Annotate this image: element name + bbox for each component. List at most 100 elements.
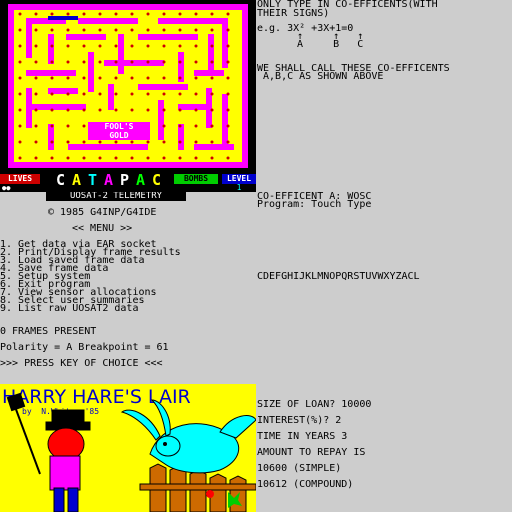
typing-program-screen: CO-EFFICENT A: WOSC Program: Touch Type … <box>256 192 512 384</box>
hare <box>120 399 256 474</box>
maze-dot <box>210 156 214 160</box>
program-name: Program: Touch Type <box>257 199 372 210</box>
maze-dot <box>146 44 150 48</box>
maze-dot <box>82 76 86 80</box>
maze-dot <box>82 12 86 16</box>
maze-dot <box>226 124 230 128</box>
maze-dot <box>82 44 86 48</box>
menu-title: << MENU >> <box>72 223 133 234</box>
maze-dot <box>98 28 102 32</box>
maze-dot <box>98 60 102 64</box>
instruction-line-2: THEIR SIGNS) <box>257 8 330 19</box>
title-letter: C <box>152 171 162 189</box>
maze-wall <box>222 94 228 144</box>
coefficient-screen: ONLY TYPE IN CO-EFFICENTS(WITH THEIR SIG… <box>256 0 512 192</box>
maze-dot <box>50 12 54 16</box>
maze-dot <box>50 124 54 128</box>
maze-dot <box>162 60 166 64</box>
maze-dot <box>226 76 230 80</box>
maze-dot <box>146 28 150 32</box>
maze-dot <box>50 140 54 144</box>
compound-amount: 10612 (COMPOUND) <box>257 479 354 490</box>
naming-line-2: A,B,C AS SHOWN ABOVE <box>257 71 384 82</box>
maze-wall <box>222 18 228 68</box>
maze-dot <box>194 156 198 160</box>
harry-hares-lair-screen: HARRY HARE'S LAIR by N.White '85 <box>0 384 256 512</box>
maze-dot <box>34 108 38 112</box>
maze-dot <box>210 12 214 16</box>
loan-size-line: SIZE OF LOAN? 10000 <box>257 399 372 410</box>
maze-dot <box>114 12 118 16</box>
years-line: TIME IN YEARS 3 <box>257 431 348 442</box>
loan-calculator-screen: SIZE OF LOAN? 10000 INTEREST(%)? 2 TIME … <box>256 384 512 512</box>
maze-wall <box>78 18 138 24</box>
maze-dot <box>50 28 54 32</box>
maze-wall <box>242 4 248 168</box>
maze-dot <box>66 108 70 112</box>
maze-dot <box>82 108 86 112</box>
maze-dot <box>146 108 150 112</box>
maze-dot <box>210 44 214 48</box>
title-letter: A <box>104 171 114 189</box>
telemetry-header: UOSAT-2 TELEMETRY <box>46 192 186 201</box>
maze-dot <box>226 140 230 144</box>
maze-dot <box>226 28 230 32</box>
maze-dot <box>50 44 54 48</box>
maze-dot <box>34 156 38 160</box>
farmer <box>45 409 91 512</box>
maze-dot <box>178 44 182 48</box>
maze-dot <box>162 156 166 160</box>
maze-dot <box>114 76 118 80</box>
maze-dot <box>146 76 150 80</box>
maze-dot <box>50 92 54 96</box>
maze-dot <box>226 108 230 112</box>
catapac-title: C A T A P A C <box>56 172 172 192</box>
maze-dot <box>114 60 118 64</box>
maze-dot <box>98 12 102 16</box>
maze-dot <box>130 156 134 160</box>
menu-item[interactable]: 9. List raw UOSAT2 data <box>0 304 138 314</box>
maze-dot <box>34 12 38 16</box>
maze-dot <box>114 140 118 144</box>
maze-dot <box>34 76 38 80</box>
maze-wall <box>118 34 124 74</box>
maze-wall <box>104 60 164 66</box>
maze-wall <box>66 34 106 40</box>
title-letter: T <box>88 171 98 189</box>
maze-wall <box>26 70 76 76</box>
maze-dot <box>146 156 150 160</box>
coefficient-labels: A B C <box>297 39 364 50</box>
maze-dot <box>18 92 22 96</box>
maze-dot <box>130 76 134 80</box>
maze-dot <box>146 92 150 96</box>
maze-dot <box>194 28 198 32</box>
maze-wall <box>8 4 14 168</box>
maze-dot <box>162 108 166 112</box>
maze-dot <box>226 92 230 96</box>
maze-dot <box>178 108 182 112</box>
maze-dot <box>146 140 150 144</box>
fools-gold-line1: FOOL'S <box>104 122 134 131</box>
maze-dot <box>226 12 230 16</box>
maze-dot <box>130 28 134 32</box>
title-letter: A <box>136 171 146 189</box>
maze-dot <box>98 108 102 112</box>
maze-dot <box>194 44 198 48</box>
maze-dot <box>82 60 86 64</box>
maze-dot <box>194 92 198 96</box>
maze-dot <box>18 140 22 144</box>
maze-wall <box>68 144 148 150</box>
shovel <box>6 392 41 475</box>
maze-dot <box>162 140 166 144</box>
maze-dot <box>18 124 22 128</box>
game-screen-catapac[interactable]: FOOL'S GOLD LIVES ●● C A T A P A C BOMBS… <box>0 0 256 192</box>
maze-wall <box>8 4 248 10</box>
maze-dot <box>178 156 182 160</box>
player-sprite <box>48 16 78 20</box>
carrot <box>206 490 214 498</box>
maze-dot <box>34 140 38 144</box>
maze-graphic <box>8 4 248 168</box>
maze-dot <box>146 12 150 16</box>
amount-label: AMOUNT TO REPAY IS <box>257 447 366 458</box>
maze-dot <box>162 12 166 16</box>
